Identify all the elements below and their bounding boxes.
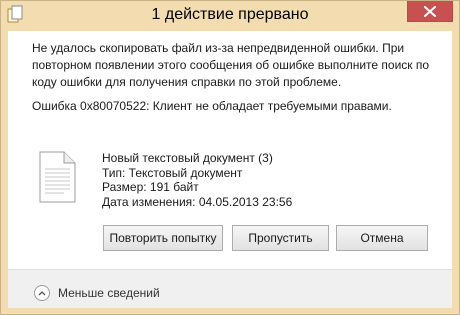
dialog-content: Не удалось скопировать файл из-за непред… — [8, 31, 452, 308]
retry-button[interactable]: Повторить попытку — [103, 225, 223, 251]
file-modified: Дата изменения: 04.05.2013 23:56 — [102, 194, 293, 209]
file-details: Новый текстовый документ (3) Тип: Тексто… — [102, 151, 292, 209]
close-icon — [408, 1, 452, 21]
less-details-label: Меньше сведений — [58, 286, 160, 300]
close-button[interactable] — [407, 1, 453, 22]
error-dialog-window: 1 действие прервано Не удалось скопирова… — [0, 0, 460, 315]
window-title: 1 действие прервано — [151, 6, 309, 23]
cancel-button[interactable]: Отмена — [336, 225, 428, 251]
less-details-toggle[interactable]: Меньше сведений — [34, 284, 160, 302]
chevron-up-icon — [34, 285, 50, 301]
dialog-footer: Меньше сведений — [8, 269, 452, 308]
document-icon — [39, 151, 76, 203]
error-message: Не удалось скопировать файл из-за непред… — [32, 41, 430, 89]
file-size: Размер: 191 байт — [102, 180, 199, 194]
title-bar[interactable]: 1 действие прервано — [1, 1, 459, 31]
error-code: Ошибка 0x80070522: Клиент не обладает тр… — [32, 99, 392, 113]
skip-button[interactable]: Пропустить — [232, 225, 329, 251]
file-type: Тип: Текстовый документ — [102, 165, 243, 180]
file-name: Новый текстовый документ (3) — [102, 151, 273, 165]
